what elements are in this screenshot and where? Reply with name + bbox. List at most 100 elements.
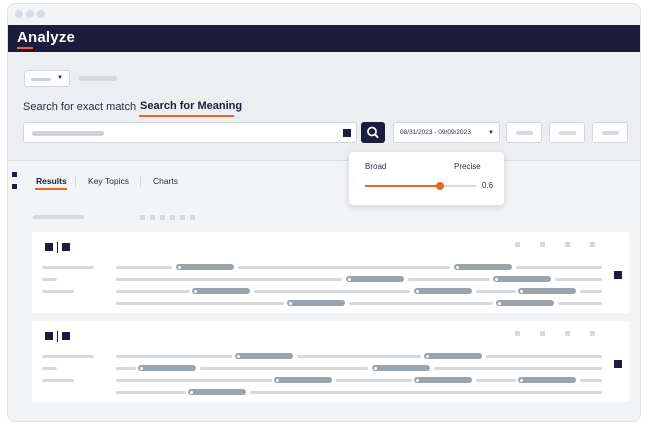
result-meta xyxy=(42,379,74,382)
result-highlight xyxy=(188,389,246,395)
result-text-line xyxy=(408,278,490,281)
result-text-line xyxy=(580,290,602,293)
result-highlight xyxy=(192,288,250,294)
filter-button-3[interactable] xyxy=(592,122,628,143)
filter-placeholder xyxy=(516,131,533,135)
result-card-icon xyxy=(45,243,53,251)
window-maximize-dot[interactable] xyxy=(37,10,45,18)
result-action[interactable] xyxy=(590,331,595,336)
window-minimize-dot[interactable] xyxy=(26,10,34,18)
result-card-icon xyxy=(62,332,70,340)
result-text-line xyxy=(116,391,186,394)
results-count-placeholder xyxy=(33,215,84,219)
precision-broad-label: Broad xyxy=(365,162,387,171)
result-expand-icon[interactable] xyxy=(614,271,622,279)
result-expand-icon[interactable] xyxy=(614,360,622,368)
result-meta xyxy=(42,367,57,370)
result-card-separator xyxy=(57,242,58,253)
pagination-dot[interactable] xyxy=(190,215,195,220)
brand-underline xyxy=(17,47,33,49)
result-text-line xyxy=(238,266,450,269)
result-card-separator xyxy=(57,331,58,342)
precision-popover: Broad Precise 0.6 xyxy=(349,152,504,205)
result-text-line xyxy=(297,355,421,358)
pagination-dot[interactable] xyxy=(160,215,165,220)
result-text-line xyxy=(200,367,368,370)
search-placeholder xyxy=(32,131,104,136)
result-highlight xyxy=(346,276,404,282)
result-highlight xyxy=(518,288,576,294)
result-action[interactable] xyxy=(515,331,520,336)
pagination-dot[interactable] xyxy=(170,215,175,220)
filter-placeholder xyxy=(559,131,576,135)
dropdown-placeholder xyxy=(31,78,51,81)
pagination-dot[interactable] xyxy=(140,215,145,220)
result-highlight xyxy=(454,264,512,270)
precision-slider-handle[interactable] xyxy=(436,182,444,190)
result-action[interactable] xyxy=(540,242,545,247)
filter-button-2[interactable] xyxy=(549,122,585,143)
search-input[interactable] xyxy=(23,122,357,143)
date-range-dropdown[interactable]: 08/31/2023 - 09/09/2023 ▼ xyxy=(393,122,500,143)
result-highlight xyxy=(372,365,430,371)
result-text-line xyxy=(116,290,190,293)
result-text-line xyxy=(486,355,602,358)
result-text-line xyxy=(558,302,602,305)
result-text-line xyxy=(250,391,602,394)
result-action[interactable] xyxy=(565,242,570,247)
result-card[interactable] xyxy=(32,321,629,402)
brand-logo: Analyze xyxy=(17,29,76,46)
date-range-label: 08/31/2023 - 09/09/2023 xyxy=(400,129,471,136)
precision-value: 0.6 xyxy=(482,181,494,190)
result-card-icon xyxy=(62,243,70,251)
result-meta xyxy=(42,278,57,281)
search-button[interactable] xyxy=(361,122,385,143)
result-text-line xyxy=(555,278,602,281)
precision-precise-label: Precise xyxy=(454,162,481,171)
result-text-line xyxy=(116,302,284,305)
result-text-line xyxy=(116,266,172,269)
result-highlight xyxy=(287,300,345,306)
result-highlight xyxy=(493,276,551,282)
result-action[interactable] xyxy=(590,242,595,247)
result-action[interactable] xyxy=(540,331,545,336)
result-text-line xyxy=(476,290,516,293)
pagination-dot[interactable] xyxy=(180,215,185,220)
result-card[interactable] xyxy=(32,232,629,313)
filter-placeholder xyxy=(602,131,619,135)
result-text-line xyxy=(116,367,136,370)
result-highlight xyxy=(176,264,234,270)
result-text-line xyxy=(516,266,602,269)
result-meta xyxy=(42,290,74,293)
source-dropdown[interactable]: ▼ xyxy=(24,70,70,87)
result-action[interactable] xyxy=(515,242,520,247)
dropdown-side-placeholder xyxy=(78,76,117,81)
result-action[interactable] xyxy=(565,331,570,336)
search-mode-exact[interactable]: Search for exact match xyxy=(23,101,136,113)
precision-slider[interactable] xyxy=(365,182,476,190)
chevron-down-icon: ▼ xyxy=(57,75,63,81)
result-highlight xyxy=(235,353,293,359)
window-close-dot[interactable] xyxy=(15,10,23,18)
result-meta xyxy=(42,266,94,269)
tab-key-topics[interactable]: Key Topics xyxy=(88,176,129,186)
search-icon xyxy=(367,126,379,138)
search-mode-meaning[interactable]: Search for Meaning xyxy=(140,100,242,112)
result-text-line xyxy=(116,379,272,382)
left-rail xyxy=(8,161,17,421)
tab-results[interactable]: Results xyxy=(36,176,67,186)
pagination-dot[interactable] xyxy=(150,215,155,220)
tab-separator xyxy=(140,176,141,187)
tab-active-underline xyxy=(35,188,67,190)
top-nav-bar: Analyze xyxy=(8,25,640,52)
result-text-line xyxy=(349,302,493,305)
chevron-down-icon: ▼ xyxy=(488,130,494,136)
tab-separator xyxy=(75,176,76,187)
result-highlight xyxy=(414,288,472,294)
search-input-icon xyxy=(343,129,351,137)
result-highlight xyxy=(518,377,576,383)
result-highlight xyxy=(414,377,472,383)
tab-charts[interactable]: Charts xyxy=(153,176,178,186)
filter-button-1[interactable] xyxy=(506,122,542,143)
result-highlight xyxy=(496,300,554,306)
